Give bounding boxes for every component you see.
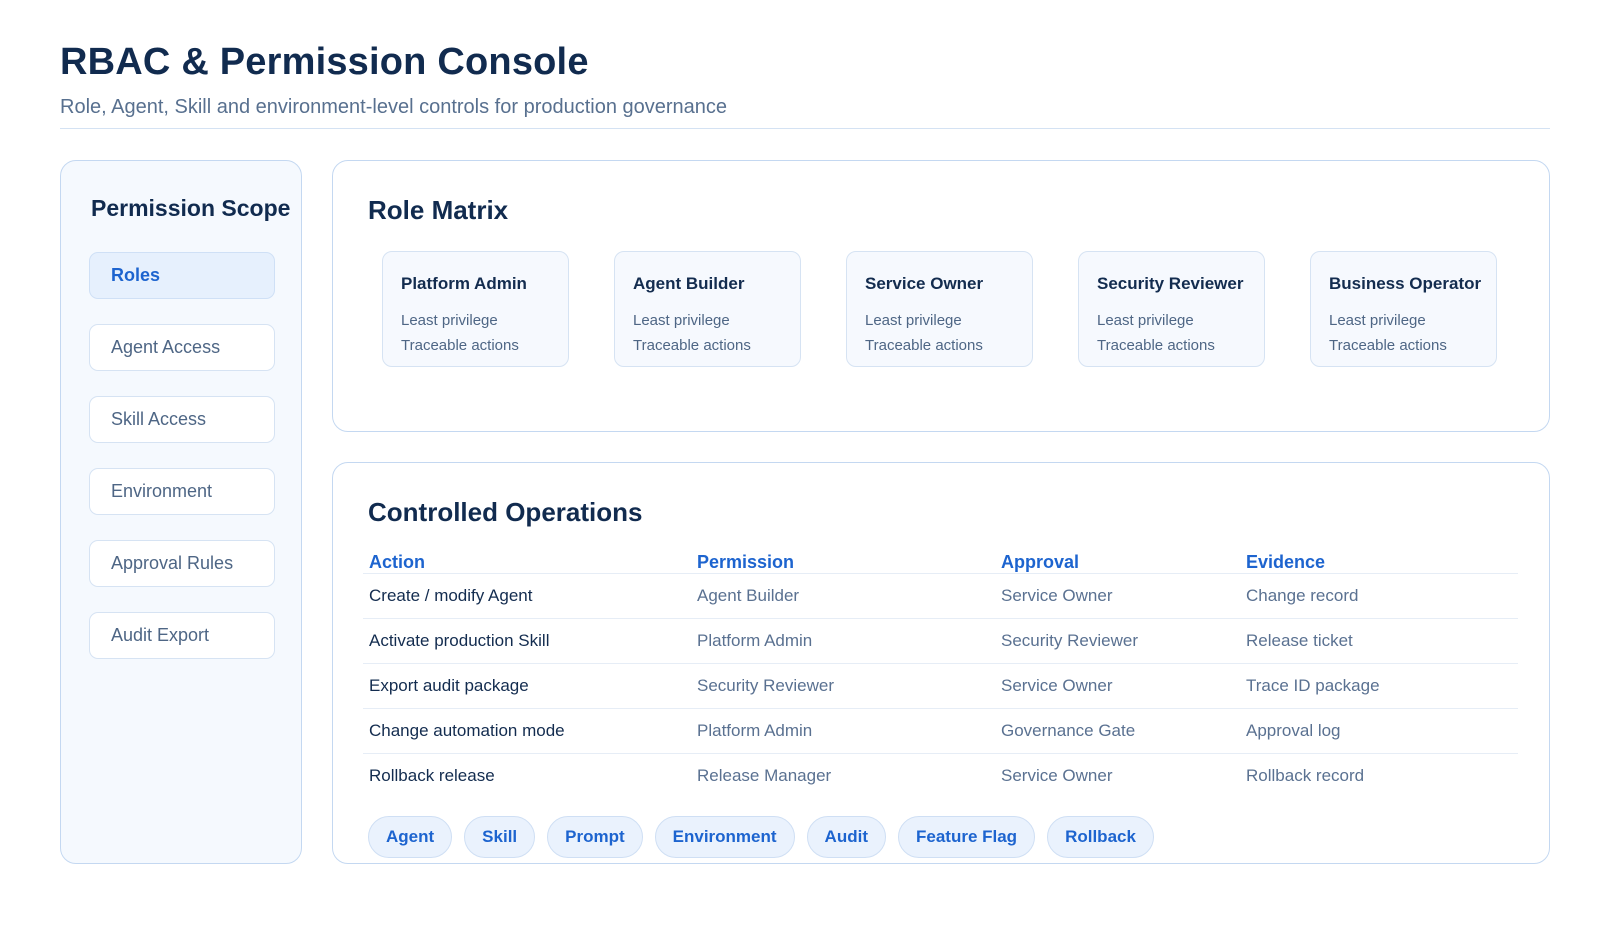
role-trait: Traceable actions: [633, 337, 751, 354]
cell-action: Change automation mode: [363, 708, 691, 754]
permission-scope-sidebar: Permission Scope Roles Agent Access Skil…: [60, 160, 302, 864]
role-trait: Traceable actions: [865, 337, 983, 354]
tag-prompt[interactable]: Prompt: [547, 816, 643, 858]
scope-tag-list: Agent Skill Prompt Environment Audit Fea…: [368, 816, 1154, 858]
cell-approval: Security Reviewer: [995, 618, 1240, 664]
cell-action: Create / modify Agent: [363, 573, 691, 619]
cell-action: Export audit package: [363, 663, 691, 709]
tag-feature-flag[interactable]: Feature Flag: [897, 816, 1036, 858]
table-row[interactable]: Create / modify Agent Agent Builder Serv…: [363, 573, 1518, 619]
table-row[interactable]: Change automation mode Platform Admin Go…: [363, 708, 1518, 754]
tag-skill[interactable]: Skill: [464, 816, 536, 858]
table-row[interactable]: Rollback release Release Manager Service…: [363, 753, 1518, 798]
controlled-operations-panel: Controlled Operations Action Permission …: [332, 462, 1550, 864]
cell-approval: Service Owner: [995, 663, 1240, 709]
cell-approval: Service Owner: [995, 573, 1240, 619]
role-trait: Traceable actions: [1097, 337, 1215, 354]
cell-evidence: Trace ID package: [1240, 663, 1518, 709]
role-trait: Least privilege: [1329, 312, 1426, 329]
role-name: Service Owner: [865, 274, 984, 293]
page-header: RBAC & Permission Console Role, Agent, S…: [60, 38, 1550, 120]
column-header-permission: Permission: [691, 551, 995, 574]
role-card-service-owner[interactable]: Service Owner Least privilege Traceable …: [846, 251, 1033, 367]
rbac-console: RBAC & Permission Console Role, Agent, S…: [0, 0, 1600, 950]
cell-permission: Platform Admin: [691, 618, 995, 664]
sidebar-item-roles[interactable]: Roles: [89, 252, 275, 299]
operations-table: Action Permission Approval Evidence Crea…: [363, 551, 1518, 798]
controlled-operations-title: Controlled Operations: [368, 497, 643, 527]
sidebar-item-audit-export[interactable]: Audit Export: [89, 612, 275, 659]
header-divider: [60, 128, 1550, 129]
page-title: RBAC & Permission Console: [60, 41, 589, 83]
cell-approval: Service Owner: [1001, 765, 1113, 785]
role-trait: Traceable actions: [1329, 337, 1447, 354]
role-card-list: Platform Admin Least privilege Traceable…: [382, 251, 1497, 367]
cell-permission: Agent Builder: [691, 573, 995, 619]
role-matrix-panel: Role Matrix Platform Admin Least privile…: [332, 160, 1550, 432]
role-card-business-operator[interactable]: Business Operator Least privilege Tracea…: [1310, 251, 1497, 367]
role-trait: Least privilege: [1097, 312, 1194, 329]
role-trait: Least privilege: [633, 312, 730, 329]
table-row[interactable]: Export audit package Security Reviewer S…: [363, 663, 1518, 709]
role-name: Platform Admin: [401, 274, 527, 293]
scope-nav: Roles Agent Access Skill Access Environm…: [89, 252, 275, 684]
tag-rollback[interactable]: Rollback: [1047, 816, 1154, 858]
column-header-approval: Approval: [995, 551, 1240, 574]
role-trait: Least privilege: [401, 312, 498, 329]
role-card-platform-admin[interactable]: Platform Admin Least privilege Traceable…: [382, 251, 569, 367]
tag-audit[interactable]: Audit: [806, 816, 886, 858]
column-header-action: Action: [363, 551, 691, 574]
cell-evidence: Release ticket: [1240, 618, 1518, 664]
tag-environment[interactable]: Environment: [654, 816, 795, 858]
tag-agent[interactable]: Agent: [368, 816, 453, 858]
sidebar-title: Permission Scope: [91, 195, 291, 221]
role-card-security-reviewer[interactable]: Security Reviewer Least privilege Tracea…: [1078, 251, 1265, 367]
role-card-agent-builder[interactable]: Agent Builder Least privilege Traceable …: [614, 251, 801, 367]
role-matrix-title: Role Matrix: [368, 195, 509, 225]
column-header-evidence: Evidence: [1240, 551, 1518, 574]
table-row[interactable]: Activate production Skill Platform Admin…: [363, 618, 1518, 664]
sidebar-item-approval-rules[interactable]: Approval Rules: [89, 540, 275, 587]
table-header-row: Action Permission Approval Evidence: [363, 551, 1518, 574]
sidebar-item-environment[interactable]: Environment: [89, 468, 275, 515]
role-name: Business Operator: [1329, 274, 1482, 293]
cell-evidence: Approval log: [1240, 708, 1518, 754]
cell-permission: Platform Admin: [691, 708, 995, 754]
cell-permission: Release Manager: [697, 765, 832, 785]
sidebar-item-skill-access[interactable]: Skill Access: [89, 396, 275, 443]
cell-approval: Governance Gate: [995, 708, 1240, 754]
page-subtitle: Role, Agent, Skill and environment-level…: [60, 96, 728, 118]
cell-evidence: Rollback record: [1246, 765, 1365, 785]
cell-action: Rollback release: [369, 765, 495, 785]
cell-evidence: Change record: [1240, 573, 1518, 619]
role-trait: Traceable actions: [401, 337, 519, 354]
cell-permission: Security Reviewer: [691, 663, 995, 709]
role-name: Security Reviewer: [1097, 274, 1244, 293]
cell-action: Activate production Skill: [363, 618, 691, 664]
sidebar-item-agent-access[interactable]: Agent Access: [89, 324, 275, 371]
role-trait: Least privilege: [865, 312, 962, 329]
role-name: Agent Builder: [633, 274, 745, 293]
